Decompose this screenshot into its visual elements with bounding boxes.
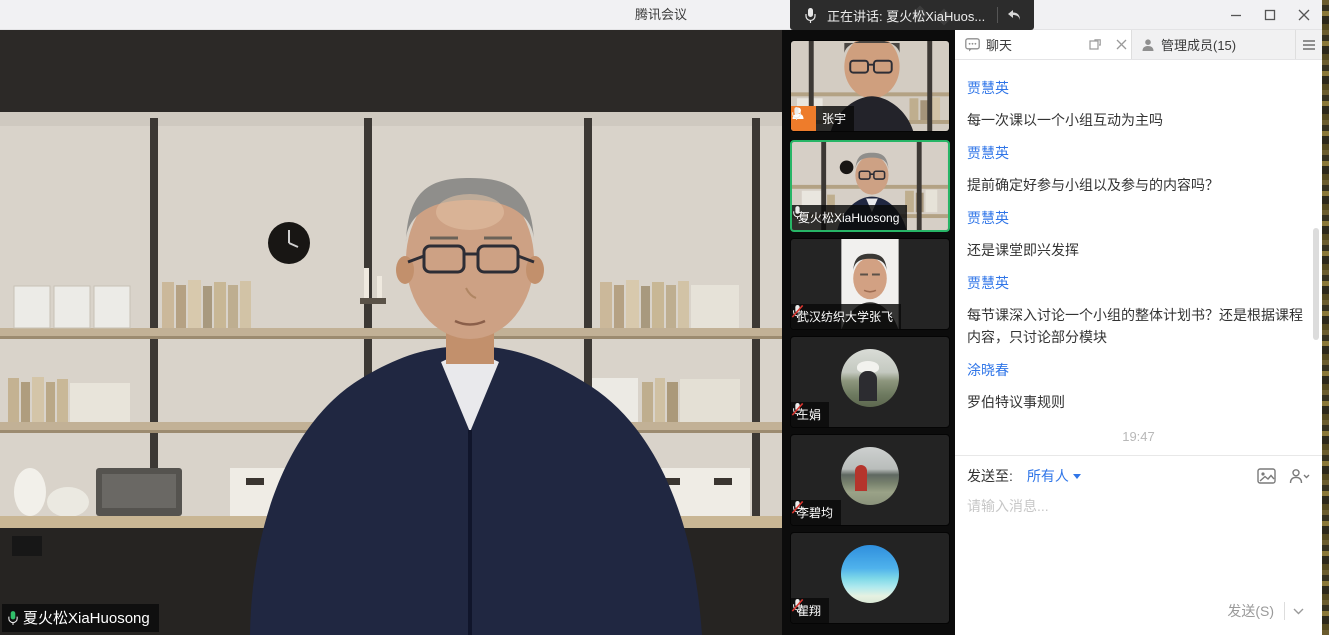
maximize-button[interactable] bbox=[1253, 0, 1287, 30]
message-text: 罗伯特议事规则 bbox=[967, 391, 1310, 413]
avatar bbox=[841, 545, 899, 603]
watermark-shapes bbox=[908, 4, 968, 26]
window-title: 腾讯会议 bbox=[0, 0, 1322, 30]
main-video-scene bbox=[0, 30, 782, 635]
message-text: 每一次课以一个小组互动为主吗 bbox=[967, 109, 1310, 131]
mic-muted-icon bbox=[791, 304, 804, 319]
message-text: 每节课深入讨论一个小组的整体计划书？还是根据课程内容，只讨论部分模块 bbox=[967, 304, 1310, 348]
collapse-back-arrow-icon[interactable] bbox=[1006, 8, 1022, 22]
avatar bbox=[841, 349, 899, 407]
chat-message: 贾慧英 提前确定好参与小组以及参与的内容吗？ bbox=[967, 143, 1310, 196]
message-text: 提前确定好参与小组以及参与的内容吗？ bbox=[967, 174, 1310, 196]
participant-tile-wangjuan[interactable]: 王娟 bbox=[790, 336, 950, 428]
message-sender: 贾慧英 bbox=[967, 208, 1310, 228]
chat-header: 聊天 管理成员(15) bbox=[955, 30, 1322, 60]
mention-member-button[interactable] bbox=[1288, 468, 1310, 484]
close-button[interactable] bbox=[1287, 0, 1321, 30]
message-sender: 贾慧英 bbox=[967, 273, 1310, 293]
minimize-button[interactable] bbox=[1219, 0, 1253, 30]
participant-tile-quxiang[interactable]: 瞿翔 bbox=[790, 532, 950, 624]
send-to-value: 所有人 bbox=[1027, 466, 1069, 486]
chat-bubble-icon bbox=[965, 38, 980, 52]
tab-chat-label: 聊天 bbox=[986, 35, 1012, 54]
main-video-name-label: 夏火松XiaHuosong bbox=[2, 604, 159, 632]
popout-panel-icon[interactable] bbox=[1085, 30, 1105, 60]
send-to-selector[interactable]: 所有人 bbox=[1027, 466, 1081, 486]
close-chat-icon[interactable] bbox=[1111, 30, 1131, 60]
send-options-button[interactable] bbox=[1285, 604, 1312, 619]
participant-name: 夏火松XiaHuosong bbox=[798, 209, 899, 226]
chat-message: 贾慧英 每节课深入讨论一个小组的整体计划书？还是根据课程内容，只讨论部分模块 bbox=[967, 273, 1310, 348]
participant-strip: 张宇 夏 bbox=[782, 30, 955, 635]
chevron-down-icon bbox=[1073, 474, 1081, 479]
chat-input[interactable] bbox=[967, 496, 1310, 588]
message-text: 还是课堂即兴发挥 bbox=[967, 239, 1310, 261]
tab-manage-members[interactable]: 管理成员(15) bbox=[1131, 30, 1296, 59]
chat-scrollbar[interactable] bbox=[1313, 228, 1319, 340]
chat-panel: 聊天 管理成员(15) 贾慧英 每一次课以一个小组互动为主吗 贾慧英 提前确定好 bbox=[955, 30, 1322, 635]
participant-name: 张宇 bbox=[822, 110, 846, 127]
main-video-name: 夏火松XiaHuosong bbox=[23, 607, 150, 628]
image-attach-button[interactable] bbox=[1257, 468, 1276, 484]
chat-message: 贾慧英 每一次课以一个小组互动为主吗 bbox=[967, 78, 1310, 131]
avatar bbox=[841, 447, 899, 505]
speaking-banner: 正在讲话: 夏火松XiaHuos... bbox=[790, 0, 1034, 30]
panel-menu-button[interactable] bbox=[1296, 30, 1322, 59]
member-icon bbox=[1141, 38, 1155, 52]
chat-message-list[interactable]: 贾慧英 每一次课以一个小组互动为主吗 贾慧英 提前确定好参与小组以及参与的内容吗… bbox=[955, 60, 1322, 455]
tab-chat[interactable]: 聊天 bbox=[955, 30, 1131, 59]
desktop-edge-strip bbox=[1322, 0, 1329, 635]
message-sender: 涂晓春 bbox=[967, 360, 1310, 380]
tab-members-label: 管理成员(15) bbox=[1161, 35, 1236, 54]
participant-tile-xiahuosong[interactable]: 夏火松XiaHuosong bbox=[790, 140, 950, 232]
message-sender: 贾慧英 bbox=[967, 143, 1310, 163]
window-controls bbox=[1219, 0, 1321, 30]
participant-tile-zhangyu[interactable]: 张宇 bbox=[790, 40, 950, 132]
main-video-stage[interactable]: 夏火松XiaHuosong bbox=[0, 30, 782, 635]
mic-on-icon bbox=[792, 205, 803, 220]
mic-muted-icon bbox=[791, 500, 804, 515]
mic-muted-icon bbox=[791, 402, 804, 417]
chat-message: 贾慧英 还是课堂即兴发挥 bbox=[967, 208, 1310, 261]
send-button[interactable]: 发送(S) bbox=[1217, 597, 1284, 625]
title-bar: 腾讯会议 bbox=[0, 0, 1322, 30]
mic-on-icon bbox=[7, 610, 19, 626]
mic-on-icon bbox=[791, 106, 802, 121]
send-to-label: 发送至: bbox=[967, 466, 1013, 486]
chat-composer: 发送至: 所有人 发送(S) bbox=[955, 455, 1322, 635]
participant-name: 武汉纺织大学张飞 bbox=[797, 308, 893, 325]
hamburger-icon bbox=[1303, 38, 1315, 52]
message-sender: 贾慧英 bbox=[967, 78, 1310, 98]
message-timestamp: 19:47 bbox=[967, 429, 1310, 444]
participant-tile-libijun[interactable]: 李碧均 bbox=[790, 434, 950, 526]
participant-tile-zhangfei[interactable]: 武汉纺织大学张飞 bbox=[790, 238, 950, 330]
microphone-icon bbox=[804, 7, 817, 24]
mic-muted-icon bbox=[791, 598, 804, 613]
chat-message: 涂晓春 罗伯特议事规则 bbox=[967, 360, 1310, 413]
banner-divider bbox=[997, 7, 998, 23]
